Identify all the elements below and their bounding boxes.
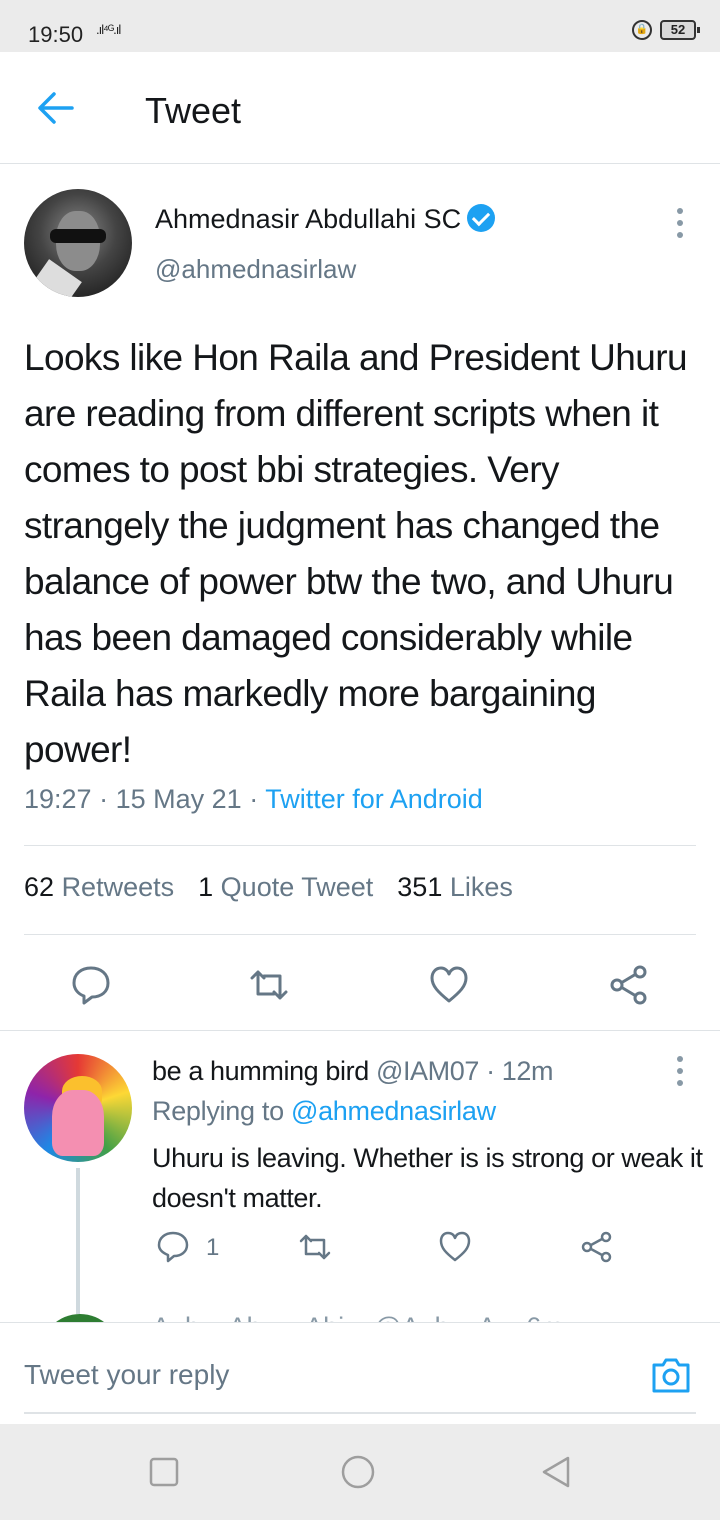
back-icon[interactable] [538, 1454, 574, 1490]
tweet-source-link[interactable]: Twitter for Android [265, 784, 483, 814]
reply-icon[interactable] [70, 964, 112, 1006]
tweet-text: Looks like Hon Raila and President Uhuru… [24, 337, 688, 770]
likes-label: Likes [449, 872, 513, 902]
status-time: 19:50 [28, 22, 84, 47]
reply-avatar[interactable] [24, 1054, 132, 1162]
page-title: Tweet [145, 90, 242, 131]
divider [0, 1030, 720, 1031]
avatar[interactable] [24, 189, 132, 297]
avatar-figure [52, 1090, 104, 1156]
quotes-count: 1 [198, 872, 214, 902]
share-icon[interactable] [580, 1230, 614, 1264]
author-name-text: Ahmednasir Abdullahi SC [155, 204, 462, 234]
more-options-icon[interactable] [674, 208, 686, 240]
quotes-label: Quote Tweet [220, 872, 374, 902]
retweets-label: Retweets [61, 872, 175, 902]
author-name[interactable]: Ahmednasir Abdullahi SC [155, 204, 496, 235]
status-right: 🔒 52 [632, 20, 700, 40]
dot [677, 1068, 683, 1074]
author-handle[interactable]: @ahmednasirlaw [155, 254, 356, 285]
meta-separator: · [249, 784, 266, 814]
meta-separator: · [478, 1056, 502, 1086]
status-bar: 19:50 .ıl⁴ᴳ.ıl 🔒 52 [0, 0, 720, 52]
tweet-time: 19:27 [24, 784, 92, 814]
reply-age: 12m [501, 1056, 554, 1086]
replying-to: Replying to @ahmednasirlaw [152, 1096, 496, 1127]
header: Tweet [0, 52, 720, 164]
dot [677, 1056, 683, 1062]
reply-count: 1 [206, 1234, 220, 1261]
thread-line [76, 1168, 80, 1314]
reply-text: Uhuru is leaving. Whether is is strong o… [152, 1143, 703, 1213]
reply-composer: Tweet your reply [0, 1322, 720, 1424]
dot [677, 1080, 683, 1086]
avatar-glasses [50, 229, 106, 243]
reply-more-options-icon[interactable] [674, 1056, 686, 1088]
reply-author-handle: @IAM07 [375, 1056, 479, 1086]
reply-header: be a humming bird @IAM07 · 12m [152, 1056, 554, 1087]
divider [24, 845, 696, 846]
divider [24, 934, 696, 935]
likes-stat[interactable]: 351 Likes [397, 872, 513, 903]
dot [677, 208, 683, 214]
retweet-icon[interactable] [298, 1230, 332, 1264]
like-icon[interactable] [438, 1230, 472, 1264]
battery-icon: 52 [660, 20, 700, 40]
tweet-actions [0, 954, 720, 1014]
reply-author-name[interactable]: be a humming bird [152, 1056, 369, 1086]
signal-icon: .ıl⁴ᴳ.ıl [96, 22, 121, 37]
meta-separator: · [99, 784, 116, 814]
reply-actions: 1 [0, 1230, 720, 1270]
retweet-icon[interactable] [248, 964, 290, 1006]
dot [677, 220, 683, 226]
tweet-date: 15 May 21 [115, 784, 242, 814]
retweets-stat[interactable]: 62 Retweets [24, 872, 174, 903]
like-icon[interactable] [428, 964, 470, 1006]
rotation-lock-icon: 🔒 [632, 20, 652, 40]
recents-icon[interactable] [146, 1454, 182, 1490]
home-icon[interactable] [340, 1454, 376, 1490]
reply-icon[interactable] [156, 1230, 190, 1264]
retweets-count: 62 [24, 872, 55, 902]
reply-input[interactable]: Tweet your reply [24, 1359, 229, 1391]
system-nav-bar [0, 1424, 720, 1520]
quotes-stat[interactable]: 1 Quote Tweet [198, 872, 373, 903]
dot [677, 232, 683, 238]
tweet-stats: 62 Retweets 1 Quote Tweet 351 Likes [24, 872, 513, 903]
likes-count: 351 [397, 872, 443, 902]
replying-to-label: Replying to [152, 1096, 284, 1126]
tweet-meta: 19:27 · 15 May 21 · Twitter for Android [24, 784, 483, 815]
back-arrow-icon[interactable] [36, 90, 76, 126]
compose-underline [24, 1412, 696, 1414]
camera-icon[interactable] [650, 1355, 692, 1395]
verified-badge-icon [467, 204, 496, 232]
replying-to-handle[interactable]: @ahmednasirlaw [291, 1096, 496, 1126]
share-icon[interactable] [608, 964, 650, 1006]
